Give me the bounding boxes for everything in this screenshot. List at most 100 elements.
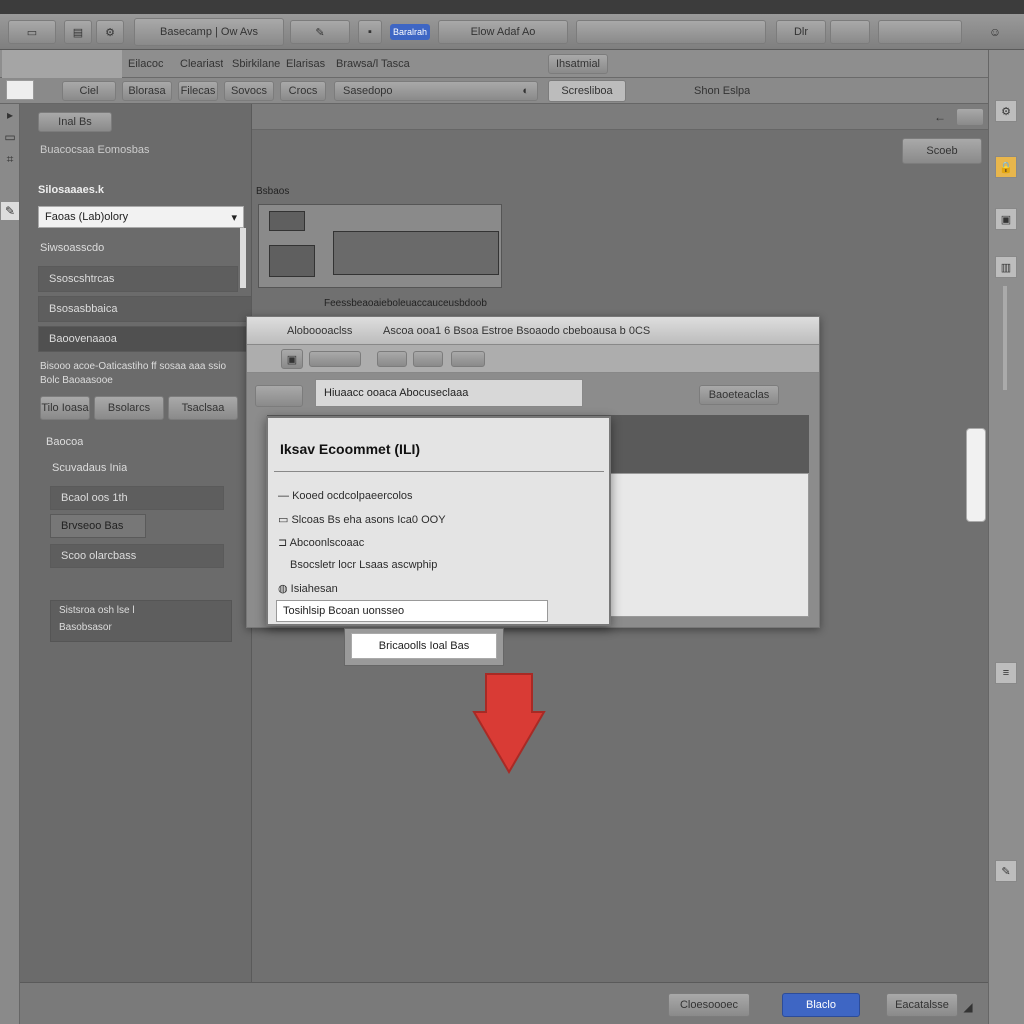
menu-small-button[interactable]: ▪ [358, 20, 382, 44]
menu-right-field[interactable]: Dlr [776, 20, 826, 44]
left-panel-button-2-label: Bsolarcs [107, 402, 151, 414]
layers-icon[interactable]: ≡ [995, 662, 1017, 684]
toolbar-2-tab-2[interactable]: Cleariast [180, 58, 223, 70]
status-pill[interactable]: Baralrah [390, 24, 430, 40]
crop-tool-icon[interactable]: ⌗ [1, 150, 19, 168]
left-panel-description: Bisooo acoe-Oaticastiho ff sosaa aaa ssi… [40, 361, 227, 386]
back-dialog-tool-4[interactable] [413, 351, 443, 367]
toolbar-3-tab-2[interactable]: Blorasa [122, 81, 172, 101]
popup-item-1-label: Kooed ocdcolpaeercolos [292, 490, 413, 502]
back-dialog-left-button[interactable] [255, 385, 303, 407]
left-tool-strip: ▸ ▭ ⌗ ✎ [0, 104, 20, 1024]
main-menu-field[interactable]: Basecamp | Ow Avs [134, 18, 284, 46]
thumbnail-2[interactable] [269, 245, 315, 277]
brush-icon[interactable]: ✎ [995, 860, 1017, 882]
back-dialog-content-pane [607, 473, 809, 617]
left-panel: Inal Bs Buacocsaa Eomosbas Silosaaaes.k … [20, 104, 252, 982]
toolbar-2-mid-field[interactable]: Ihsatmial [548, 54, 608, 74]
left-panel-field-2[interactable]: Brvseoo Bas [50, 514, 146, 538]
left-panel-field-1[interactable]: Bcaol oos 1th [50, 486, 224, 510]
left-panel-tab[interactable]: Inal Bs [38, 112, 112, 132]
save-icon: ▤ [72, 26, 84, 39]
left-panel-field-3[interactable]: Scoo olarcbass [50, 544, 224, 568]
selected-field[interactable]: Faoas (Lab)olory ▾ [38, 206, 244, 228]
toolbar-row-2: Eilacoc Cleariast Sbirkilane Elarisas Br… [0, 50, 1024, 78]
progress-field[interactable] [576, 20, 766, 44]
ok-button[interactable]: Blaclo [782, 993, 860, 1017]
toolbar-3-active-tab[interactable]: Scresliboa [548, 80, 626, 102]
popup-item-1[interactable]: — Kooed ocdcolpaeercolos [278, 490, 598, 502]
popup-item-2[interactable]: ▭ Slcoas Bs eha asons Ica0 OOY [278, 513, 598, 526]
toolbar-2-tab-5[interactable]: Brawsa/l Tasca [336, 58, 410, 70]
toolbar-3-tab-1-label: Ciel [79, 85, 99, 97]
left-panel-field-3-label: Scoo olarcbass [61, 550, 137, 562]
left-panel-row-2[interactable]: Bsosasbbaica [38, 296, 252, 322]
back-dialog-right-field[interactable]: Baoeteaclas [699, 385, 779, 405]
canvas-top-strip: ← [252, 104, 988, 130]
gear-icon: ⚙ [105, 26, 115, 39]
popup-item-4[interactable]: Bsocsletr locr Lsaas ascwphip [290, 559, 600, 571]
popup-item-5[interactable]: ◍ Isiahesan [278, 582, 598, 595]
popup-item-3[interactable]: ⊐ Abcoonlscoaac [278, 536, 598, 549]
menu-button-r3[interactable] [878, 20, 962, 44]
arrow-left-icon[interactable]: ← [930, 108, 950, 126]
toolbar-3-tab-5[interactable]: Crocs [280, 81, 326, 101]
popup-input[interactable]: Tosihlsip Bcoan uonsseo [276, 600, 548, 622]
toolbar-3-dropdown-label: Sasedopo [343, 85, 393, 97]
canvas-top-button[interactable] [956, 108, 984, 126]
panel-scrollbar[interactable] [240, 228, 246, 288]
left-panel-button-1[interactable]: Tilo Ioasa [40, 396, 90, 420]
user-icon[interactable]: ☺ [984, 20, 1006, 44]
toolbar-3-tab-1[interactable]: Ciel [62, 81, 116, 101]
toolbar-3-tab-4[interactable]: Sovocs [224, 81, 274, 101]
address-field[interactable]: Hiuaacc ooaca Abocuseclaaa [315, 379, 583, 407]
left-panel-subtitle: Buacocsaa Eomosbas [40, 144, 150, 156]
move-tool-icon[interactable]: ▸ [1, 106, 19, 124]
left-panel-button-2[interactable]: Bsolarcs [94, 396, 164, 420]
tooltip: Bricaoolls Ioal Bas [344, 628, 504, 666]
thumbnail-1[interactable] [269, 211, 305, 231]
dropdown-arrow-icon: ▾ [231, 211, 237, 224]
left-panel-row-1[interactable]: Ssoscshtrcas [38, 266, 238, 292]
pen-icon: ✎ [315, 26, 325, 39]
extra-button[interactable]: Eacatalsse [886, 993, 958, 1017]
left-panel-row-3[interactable]: Baoovenaaoa [38, 326, 252, 352]
canvas-right-button[interactable]: Scoeb [902, 138, 982, 164]
right-slider-track[interactable] [1003, 286, 1007, 390]
toolbar-3-dropdown[interactable]: Sasedopo ◐ [334, 81, 538, 101]
brush-tool-icon[interactable]: ✎ [1, 202, 19, 220]
gear-icon[interactable]: ⚙ [995, 100, 1017, 122]
toolbar-3-tab-3[interactable]: Filecas [178, 81, 218, 101]
left-panel-section: Siwsoasscdo [40, 242, 105, 254]
menu-right-label: Dlr [793, 26, 809, 38]
left-panel-row-3-label: Baoovenaaoa [49, 333, 117, 345]
menu-app-button[interactable]: ▭ [8, 20, 56, 44]
pen-tool-button[interactable]: ✎ [290, 20, 350, 44]
back-dialog-tool-3[interactable] [377, 351, 407, 367]
mid-menu-field[interactable]: Elow Adaf Ao [438, 20, 568, 44]
ruler-icon[interactable]: ▥ [995, 256, 1017, 278]
back-dialog-tool-1[interactable]: ▣ [281, 349, 303, 369]
resize-grip-icon[interactable]: ◢ [960, 999, 976, 1015]
back-dialog-tool-5[interactable] [451, 351, 485, 367]
toolbar-2-tab-3[interactable]: Sbirkilane [232, 58, 280, 70]
toolbar-3-white-tab[interactable] [6, 80, 34, 100]
menu-button-r2[interactable] [830, 20, 870, 44]
canvas-ruler-text-2: Feessbeaoaieboleuaccauceusbdoob [324, 298, 487, 309]
image-icon[interactable]: ▣ [995, 208, 1017, 230]
toolbar-2-tab-1[interactable]: Eilacoc [128, 58, 163, 70]
canvas-ruler-label: Bsbaos [256, 186, 290, 197]
back-dialog-tool-2[interactable] [309, 351, 361, 367]
left-panel-button-3[interactable]: Tsaclsaa [168, 396, 238, 420]
left-panel-bottom-box[interactable]: Sistsroa osh lse l Basobsasor [50, 600, 232, 642]
vertical-scroll-handle[interactable] [966, 428, 986, 522]
toolbar-2-tab-4[interactable]: Elarisas [286, 58, 325, 70]
menu-settings-button[interactable]: ⚙ [96, 20, 124, 44]
thumbnail-3[interactable] [333, 231, 499, 275]
cancel-button[interactable]: Cloesoooec [668, 993, 750, 1017]
menu-save-button[interactable]: ▤ [64, 20, 92, 44]
select-tool-icon[interactable]: ▭ [1, 128, 19, 146]
toolbar-2-mid-label: Ihsatmial [555, 58, 601, 70]
back-dialog-titlebar: Aloboooaclss Ascoa ooa1 6 Bsoa Estroe Bs… [247, 317, 819, 345]
lock-icon[interactable]: 🔒 [995, 156, 1017, 178]
